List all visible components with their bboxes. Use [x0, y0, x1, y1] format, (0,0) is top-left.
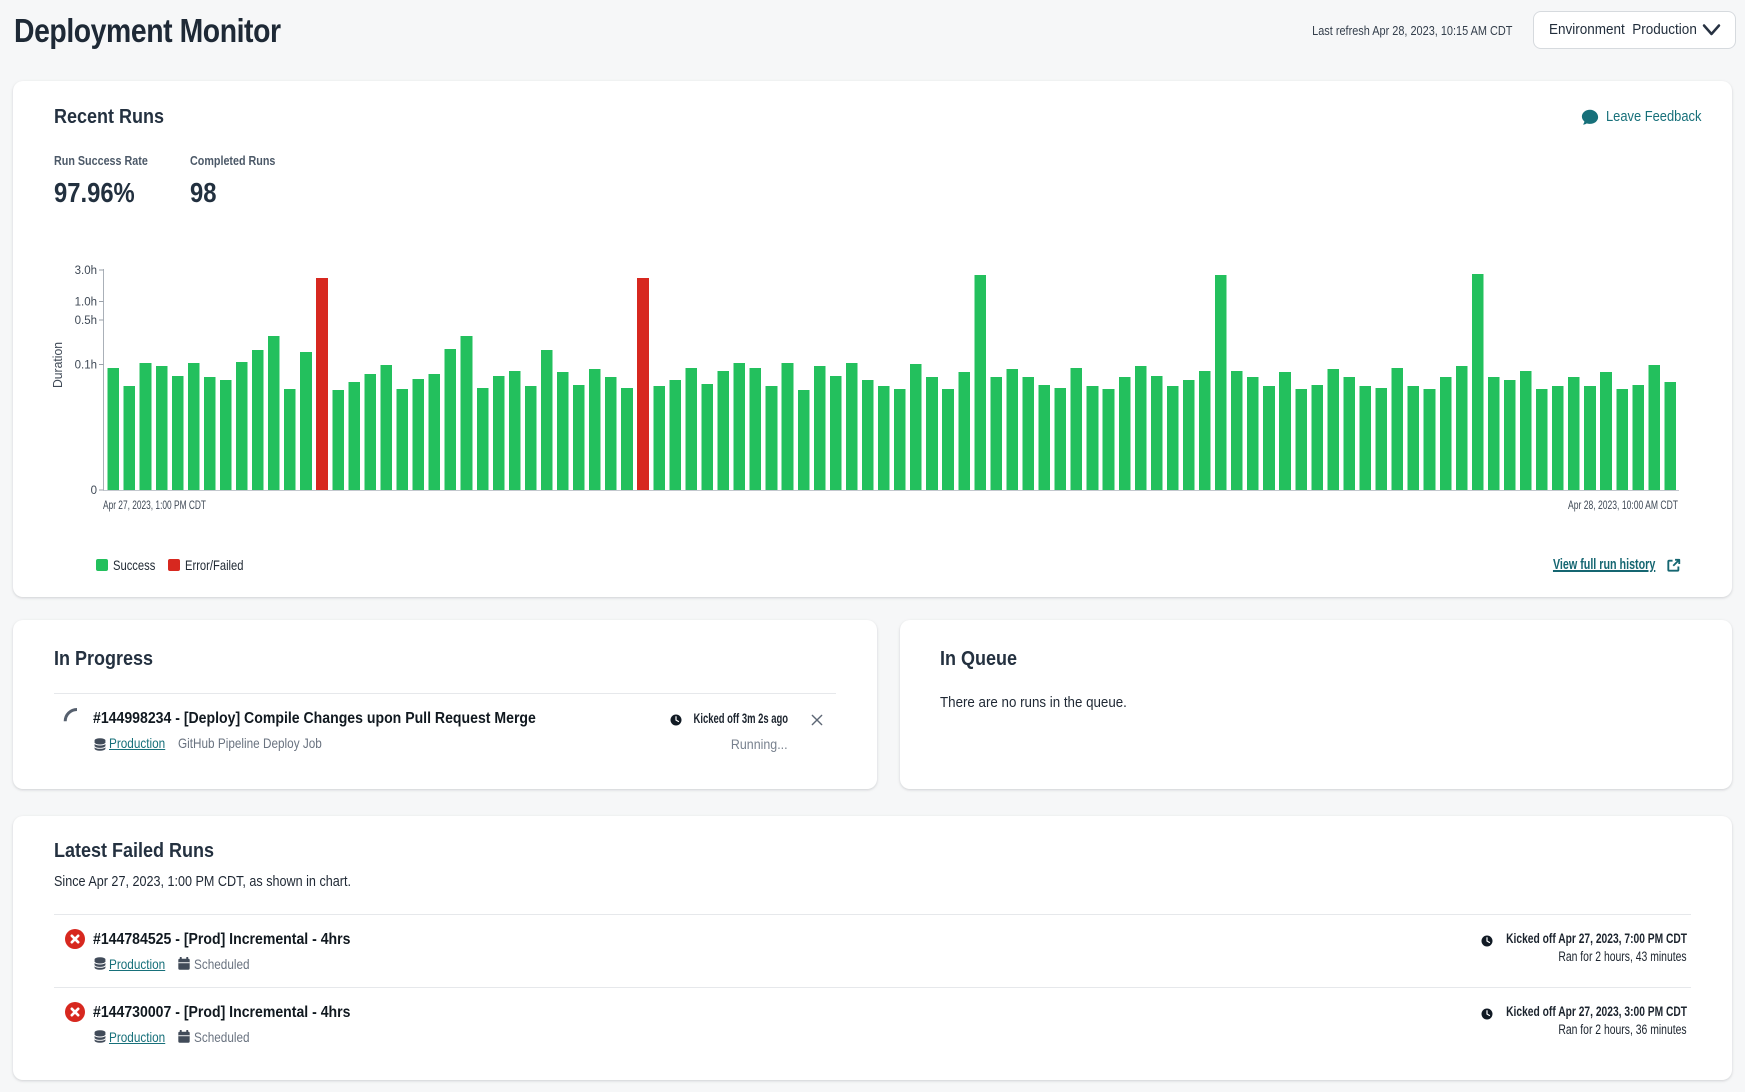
svg-text:Apr 28, 2023, 10:00 AM CDT: Apr 28, 2023, 10:00 AM CDT [1568, 498, 1678, 512]
svg-text:Apr 27, 2023, 1:00 PM CDT: Apr 27, 2023, 1:00 PM CDT [103, 498, 206, 512]
svg-text:Duration: Duration [50, 342, 65, 388]
svg-text:0.5h: 0.5h [75, 315, 97, 327]
svg-text:0.1h: 0.1h [75, 360, 97, 372]
svg-text:3.0h: 3.0h [75, 265, 97, 277]
svg-text:1.0h: 1.0h [75, 297, 97, 309]
svg-text:0: 0 [91, 485, 97, 497]
